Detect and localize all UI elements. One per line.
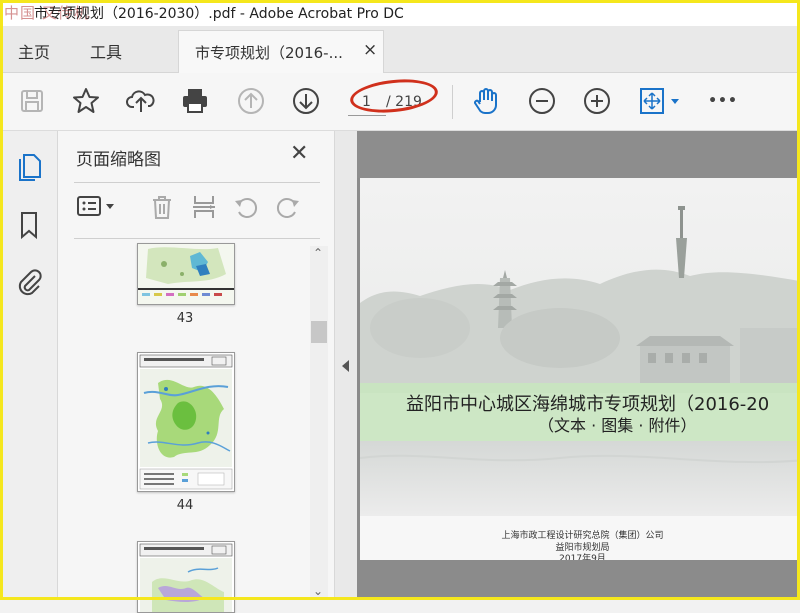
thumbnails-scrollbar[interactable]: ⌃ ⌄ — [310, 246, 328, 600]
bookmark-star-icon[interactable] — [70, 85, 102, 117]
tab-document[interactable]: 市专项规划（2016-... × — [178, 30, 384, 73]
document-gutter — [357, 131, 800, 178]
scrollbar-thumb[interactable] — [311, 321, 327, 343]
scroll-down-icon[interactable]: ⌄ — [313, 584, 323, 598]
thumbnail-label: 43 — [176, 311, 194, 326]
bookmarks-icon[interactable] — [13, 209, 45, 241]
toolbar-divider — [452, 85, 453, 119]
close-tab-icon[interactable]: × — [363, 40, 377, 60]
zoom-in-icon[interactable] — [581, 85, 613, 117]
document-date: 2017年9月 — [559, 554, 606, 560]
more-icon[interactable]: ••• — [706, 85, 740, 117]
scroll-up-icon[interactable]: ⌃ — [313, 246, 323, 260]
page-thumbnail[interactable] — [137, 352, 235, 492]
panel-splitter[interactable] — [335, 131, 357, 600]
thumbnail-options-icon[interactable] — [76, 193, 120, 221]
tab-home[interactable]: 主页 — [18, 39, 50, 63]
save-icon[interactable] — [16, 85, 48, 117]
window-title: 市专项规划（2016-2030）.pdf - Adobe Acrobat Pro… — [34, 6, 404, 22]
fit-page-icon[interactable] — [637, 85, 683, 117]
upload-icon[interactable] — [125, 85, 157, 117]
left-side-rail — [0, 131, 58, 600]
insert-page-icon[interactable] — [190, 193, 218, 221]
pdf-page: 益阳市中心城区海绵城市专项规划（2016-20 （文本 · 图集 · 附件） 上… — [360, 178, 800, 560]
close-panel-icon[interactable]: ✕ — [290, 141, 308, 166]
panel-divider — [74, 238, 320, 239]
attachments-icon[interactable] — [13, 266, 45, 298]
panel-title: 页面缩略图 — [76, 150, 161, 170]
rotate-left-icon[interactable] — [232, 193, 260, 221]
tab-document-label: 市专项规划（2016-... — [195, 44, 343, 62]
page-thumbnails-icon[interactable] — [13, 151, 45, 183]
delete-page-icon[interactable] — [148, 193, 176, 221]
zoom-out-icon[interactable] — [526, 85, 558, 117]
thumbnail-label: 44 — [176, 498, 194, 513]
document-view[interactable]: 益阳市中心城区海绵城市专项规划（2016-20 （文本 · 图集 · 附件） 上… — [357, 131, 800, 600]
thumbnails-panel: 页面缩略图 ✕ 43 44 — [58, 131, 335, 613]
title-bar: 中国 又传机 市专项规划（2016-2030）.pdf - Adobe Acro… — [0, 0, 800, 26]
hand-tool-icon[interactable] — [470, 85, 502, 117]
rotate-right-icon[interactable] — [274, 193, 302, 221]
page-down-icon[interactable] — [290, 85, 322, 117]
cover-photo — [360, 178, 800, 560]
page-thumbnail[interactable] — [137, 541, 235, 613]
panel-divider — [74, 182, 320, 183]
tab-tools[interactable]: 工具 — [90, 39, 122, 63]
collapse-panel-arrow-icon[interactable] — [342, 360, 349, 372]
page-thumbnail[interactable] — [137, 243, 235, 305]
page-up-icon[interactable] — [235, 85, 267, 117]
print-icon[interactable] — [179, 85, 211, 117]
tab-bar: 主页 工具 市专项规划（2016-... × — [0, 26, 800, 73]
document-subtitle: （文本 · 图集 · 附件） — [538, 416, 697, 435]
